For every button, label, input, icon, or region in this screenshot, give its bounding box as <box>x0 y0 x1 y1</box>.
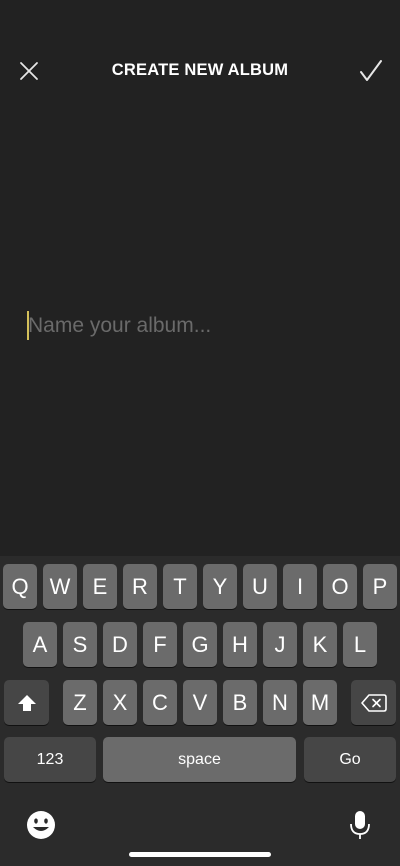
key-a[interactable]: A <box>23 622 57 667</box>
key-k[interactable]: K <box>303 622 337 667</box>
confirm-button[interactable] <box>356 56 386 86</box>
key-o[interactable]: O <box>323 564 357 609</box>
key-d[interactable]: D <box>103 622 137 667</box>
key-e[interactable]: E <box>83 564 117 609</box>
header-bar: CREATE NEW ALBUM <box>0 46 400 96</box>
key-w[interactable]: W <box>43 564 77 609</box>
key-c[interactable]: C <box>143 680 177 725</box>
key-h[interactable]: H <box>223 622 257 667</box>
key-t[interactable]: T <box>163 564 197 609</box>
key-r[interactable]: R <box>123 564 157 609</box>
key-v[interactable]: V <box>183 680 217 725</box>
shift-key[interactable] <box>4 680 49 725</box>
key-x[interactable]: X <box>103 680 137 725</box>
shift-icon <box>17 694 36 711</box>
key-q[interactable]: Q <box>3 564 37 609</box>
album-name-input[interactable] <box>28 308 372 344</box>
page-title: CREATE NEW ALBUM <box>111 61 289 79</box>
backspace-icon <box>360 693 387 712</box>
emoji-icon <box>27 811 55 839</box>
key-z[interactable]: Z <box>63 680 97 725</box>
emoji-button[interactable] <box>24 808 58 842</box>
key-i[interactable]: I <box>283 564 317 609</box>
checkmark-icon <box>360 60 382 81</box>
key-n[interactable]: N <box>263 680 297 725</box>
numbers-key[interactable]: 123 <box>4 737 96 782</box>
key-p[interactable]: P <box>363 564 397 609</box>
space-key[interactable]: space <box>103 737 296 782</box>
key-m[interactable]: M <box>303 680 337 725</box>
key-g[interactable]: G <box>183 622 217 667</box>
key-b[interactable]: B <box>223 680 257 725</box>
microphone-icon <box>350 811 370 839</box>
create-album-screen: CREATE NEW ALBUM QWERTYUIOP ASDFGHJKL <box>0 0 400 866</box>
go-key[interactable]: Go <box>304 737 396 782</box>
key-j[interactable]: J <box>263 622 297 667</box>
key-u[interactable]: U <box>243 564 277 609</box>
key-y[interactable]: Y <box>203 564 237 609</box>
key-s[interactable]: S <box>63 622 97 667</box>
microphone-button[interactable] <box>348 808 372 842</box>
key-l[interactable]: L <box>343 622 377 667</box>
home-indicator[interactable] <box>129 852 271 857</box>
key-f[interactable]: F <box>143 622 177 667</box>
delete-key[interactable] <box>351 680 396 725</box>
